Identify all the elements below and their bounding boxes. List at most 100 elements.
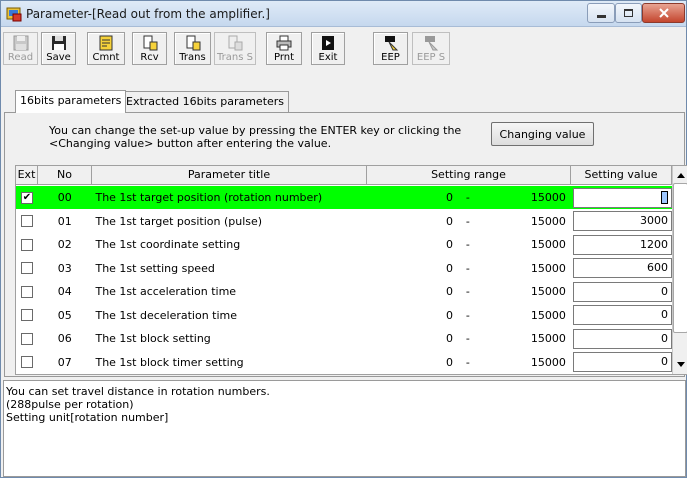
ext-checkbox[interactable]: ✔ [20, 191, 33, 204]
setting-value-input[interactable]: 600 [572, 258, 673, 278]
window-title: Parameter-[Read out from the amplifier.] [26, 7, 270, 21]
range-max-cell: 15000 [530, 214, 566, 228]
setting-value-input[interactable]: 0 [572, 281, 673, 302]
eeprom-icon [382, 35, 400, 51]
setting-value-input[interactable]: 0 [572, 352, 673, 372]
note-icon [97, 35, 115, 51]
app-icon [6, 6, 22, 22]
title-bar[interactable]: Parameter-[Read out from the amplifier.] [1, 1, 686, 27]
scroll-down-arrow[interactable] [673, 356, 687, 373]
grid-header: Ext No Parameter title Setting range Set… [16, 166, 672, 185]
setting-value-input[interactable]: 0 [572, 328, 673, 349]
description-line: Setting unit[rotation number] [6, 411, 169, 424]
no-cell: 04 [57, 285, 72, 298]
ext-checkbox[interactable] [20, 215, 33, 227]
tab-16bits-parameters[interactable]: 16bits parameters [15, 90, 127, 113]
print-button[interactable]: Prnt [266, 32, 302, 65]
receive-button[interactable]: Rcv [132, 32, 167, 65]
table-row[interactable]: 06 The 1st block setting 0-15000 0 [16, 327, 673, 350]
ext-checkbox[interactable] [20, 285, 33, 298]
parameter-title-cell: The 1st acceleration time [95, 285, 237, 298]
no-cell: 02 [57, 238, 72, 251]
scroll-up-arrow[interactable] [673, 167, 687, 184]
header-ext[interactable]: Ext [16, 166, 38, 185]
minimize-button[interactable] [587, 3, 615, 23]
range-max-cell: 15000 [530, 308, 566, 322]
eep-label: EEP [381, 52, 400, 63]
ext-checkbox[interactable] [20, 262, 33, 274]
exit-icon [319, 35, 337, 51]
range-max-cell: 15000 [530, 191, 566, 204]
exit-button[interactable]: Exit [311, 32, 345, 65]
setting-value-text: 3000 [640, 214, 669, 227]
eep-s-button[interactable]: EEP S [412, 32, 450, 65]
table-row[interactable]: 07 The 1st block timer setting 0-15000 0 [16, 351, 673, 374]
ext-checkbox[interactable] [20, 356, 33, 368]
maximize-button[interactable] [615, 3, 642, 23]
range-min-cell: 0 [446, 308, 454, 322]
range-dash: - [465, 308, 470, 322]
eep-button[interactable]: EEP [373, 32, 408, 65]
save-button[interactable]: Save [41, 32, 76, 65]
range-max-cell: 15000 [530, 238, 566, 251]
read-button[interactable]: Read [3, 32, 38, 65]
setting-value-input[interactable]: 3000 [572, 211, 673, 231]
ext-cell [16, 356, 38, 368]
changing-value-button[interactable]: Changing value [491, 122, 594, 146]
vertical-scrollbar[interactable] [672, 166, 687, 374]
table-row[interactable]: ✔ 00 The 1st target position (rotation num… [16, 186, 673, 209]
ext-cell: ✔ [16, 191, 38, 204]
range-dash: - [465, 332, 470, 345]
comment-button[interactable]: Cmnt [87, 32, 125, 65]
arrow-up-icon [676, 173, 685, 178]
ext-cell [16, 285, 38, 298]
no-cell: 01 [57, 214, 72, 228]
ext-checkbox[interactable] [20, 238, 33, 251]
table-row[interactable]: 03 The 1st setting speed 0- 15000 600 [16, 257, 673, 280]
transmit-icon [184, 35, 202, 51]
header-parameter-title[interactable]: Parameter title [92, 166, 367, 185]
transmit-button[interactable]: Trans [174, 32, 211, 65]
setting-value-text: 0 [661, 308, 669, 321]
header-setting-value[interactable]: Setting value [571, 166, 672, 185]
scroll-thumb[interactable] [673, 183, 687, 333]
tab-extracted-16bits-parameters[interactable]: Extracted 16bits parameters [121, 91, 290, 112]
range-dash: - [465, 355, 470, 369]
parameter-window: Parameter-[Read out from the amplifier.]… [0, 0, 687, 478]
ext-cell [16, 238, 38, 251]
table-row[interactable]: 04 The 1st acceleration time 0-15000 0 [16, 280, 673, 303]
parameter-title-cell: The 1st block setting [95, 332, 211, 345]
text-cursor [661, 191, 669, 204]
setting-value-input[interactable]: 1200 [572, 234, 673, 255]
range-min-cell: 0 [446, 214, 454, 228]
instruction-line: <Changing value> button after entering t… [49, 137, 332, 150]
setting-value-text: 0 [661, 284, 669, 298]
setting-value-input[interactable]: 0 [572, 305, 673, 325]
setting-value-text: 0 [661, 331, 669, 345]
instruction-line: You can change the set-up value by press… [49, 124, 462, 137]
no-cell: 06 [57, 332, 72, 345]
header-setting-range[interactable]: Setting range [367, 166, 571, 185]
parameter-title-cell: The 1st setting speed [95, 261, 215, 275]
setting-value-text: 0 [661, 355, 669, 368]
range-dash: - [465, 191, 470, 204]
close-icon [658, 8, 669, 18]
range-max-cell: 15000 [530, 261, 566, 275]
transmit-s-button[interactable]: Trans S [214, 32, 256, 65]
table-row[interactable]: 05 The 1st deceleration time 0-15000 0 [16, 304, 673, 327]
table-row[interactable]: 02 The 1st coordinate setting 0- 15000 1200 [16, 233, 673, 256]
print-label: Prnt [273, 52, 295, 63]
range-max-cell: 15000 [530, 355, 566, 369]
close-button[interactable] [642, 3, 685, 23]
setting-value-text: 600 [647, 261, 669, 274]
disk-icon [12, 35, 30, 51]
table-row[interactable]: 01 The 1st target position (pulse) 0- 15000… [16, 210, 673, 233]
ext-checkbox[interactable] [20, 332, 33, 345]
tab-label: 16bits parameters [20, 94, 122, 107]
setting-value-input[interactable] [572, 187, 673, 208]
range-dash: - [465, 285, 470, 298]
ext-cell [16, 262, 38, 274]
header-no[interactable]: No [38, 166, 92, 185]
description-panel: You can set travel distance in rotation … [3, 380, 686, 477]
ext-checkbox[interactable] [20, 309, 33, 321]
